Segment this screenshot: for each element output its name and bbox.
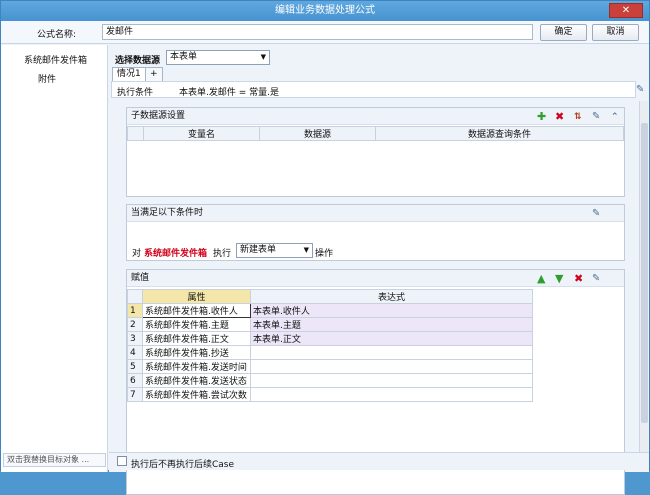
- datasource-select[interactable]: 本表单 ▼: [166, 50, 270, 65]
- condition-row: 执行条件 本表单.发邮件 = 常量.是: [111, 81, 636, 98]
- when-header: 当满足以下条件时: [127, 205, 624, 222]
- expr-cell[interactable]: [250, 345, 533, 360]
- assign-table: 属性 表达式 1 系统邮件发件箱.收件人 本表单.收件人 2 系统邮件发件箱.主…: [127, 289, 533, 402]
- table-row[interactable]: 6 系统邮件发件箱.发送状态: [127, 373, 533, 388]
- table-row[interactable]: 5 系统邮件发件箱.发送时间: [127, 359, 533, 374]
- table-row[interactable]: 2 系统邮件发件箱.主题 本表单.主题: [127, 317, 533, 332]
- move-up-icon[interactable]: ▲: [537, 273, 545, 285]
- action-select[interactable]: 新建表单 ▼: [236, 243, 313, 258]
- formula-name-label: 公式名称:: [37, 30, 77, 40]
- object-sidebar: 系统邮件发件箱 附件 双击我替换目标对象 ...: [1, 45, 108, 472]
- when-target[interactable]: 系统邮件发件箱: [144, 246, 207, 259]
- when-panel: 当满足以下条件时 ✎ 对 系统邮件发件箱 执行 新建表单 ▼ 操作: [126, 204, 625, 261]
- row-number: 6: [127, 373, 143, 388]
- replace-target-hint[interactable]: 双击我替换目标对象 ...: [3, 453, 106, 467]
- expr-cell[interactable]: 本表单.收件人: [250, 303, 533, 318]
- ok-button[interactable]: 确定: [540, 24, 587, 41]
- row-number: 5: [127, 359, 143, 374]
- row-number: 4: [127, 345, 143, 360]
- when-title: 当满足以下条件时: [131, 208, 204, 218]
- action-value: 新建表单: [240, 245, 277, 255]
- table-row[interactable]: 3 系统邮件发件箱.正文 本表单.正文: [127, 331, 533, 346]
- expr-cell[interactable]: [250, 387, 533, 402]
- corner-cell: [127, 126, 144, 141]
- corner-cell: [127, 289, 143, 304]
- assign-header: 赋值: [127, 270, 624, 287]
- when-post-text: 操作: [315, 249, 334, 259]
- close-button[interactable]: ✕: [609, 3, 643, 18]
- expr-cell[interactable]: [250, 373, 533, 388]
- attr-cell[interactable]: 系统邮件发件箱.抄送: [142, 345, 251, 360]
- stop-after-checkbox[interactable]: [117, 456, 127, 466]
- chevron-down-icon: ▼: [303, 246, 309, 254]
- column-header-source: 数据源: [259, 126, 376, 141]
- attr-cell[interactable]: 系统邮件发件箱.发送时间: [142, 359, 251, 374]
- table-row[interactable]: 7 系统邮件发件箱.尝试次数: [127, 387, 533, 402]
- vertical-scrollbar[interactable]: [639, 101, 648, 453]
- tab-case-1[interactable]: 情况1: [112, 67, 146, 81]
- edit-icon[interactable]: ✎: [592, 111, 600, 123]
- title-bar: 编辑业务数据处理公式 ✕: [1, 1, 649, 21]
- column-header-expr: 表达式: [250, 289, 533, 304]
- assign-title: 赋值: [131, 273, 150, 283]
- when-mid-text: 执行: [213, 249, 232, 259]
- row-number: 1: [127, 303, 143, 318]
- edit-when-icon[interactable]: ✎: [592, 208, 600, 220]
- footer-bar: 执行后不再执行后续Case: [109, 452, 649, 470]
- edit-condition-icon[interactable]: ✎: [636, 84, 644, 96]
- attr-cell[interactable]: 系统邮件发件箱.收件人: [142, 303, 251, 318]
- formula-name-row: 公式名称: 发邮件 确定 取消: [1, 21, 649, 44]
- column-header-query: 数据源查询条件: [375, 126, 624, 141]
- cancel-button[interactable]: 取消: [592, 24, 639, 41]
- expr-cell[interactable]: 本表单.主题: [250, 317, 533, 332]
- sidebar-item-attachment[interactable]: 附件: [38, 72, 56, 85]
- delete-icon[interactable]: ✖: [555, 111, 564, 123]
- main-panel: 选择数据源 本表单 ▼ 情况1 + 执行条件 本表单.发邮件 = 常量.是 ✎ …: [109, 45, 649, 495]
- attr-cell[interactable]: 系统邮件发件箱.主题: [142, 317, 251, 332]
- column-header-attr: 属性: [142, 289, 251, 304]
- attr-cell[interactable]: 系统邮件发件箱.发送状态: [142, 373, 251, 388]
- subsource-header: 子数据源设置: [127, 108, 624, 125]
- table-row[interactable]: 1 系统邮件发件箱.收件人 本表单.收件人: [127, 303, 533, 318]
- collapse-icon[interactable]: ⌃: [611, 111, 619, 123]
- add-tab-button[interactable]: +: [145, 67, 163, 81]
- formula-name-input[interactable]: 发邮件: [102, 24, 533, 40]
- subsource-title: 子数据源设置: [131, 111, 186, 121]
- window-title: 编辑业务数据处理公式: [275, 5, 375, 16]
- scrollbar-thumb[interactable]: [641, 123, 648, 423]
- dialog-window: 编辑业务数据处理公式 ✕ 公式名称: 发邮件 确定 取消 系统邮件发件箱 附件 …: [0, 0, 650, 495]
- import-icon[interactable]: ⇅: [574, 111, 582, 123]
- column-header-var: 变量名: [143, 126, 260, 141]
- expr-cell[interactable]: [250, 359, 533, 374]
- row-number: 7: [127, 387, 143, 402]
- subsource-table: 变量名 数据源 数据源查询条件: [127, 126, 624, 141]
- when-pre-text: 对: [132, 249, 142, 259]
- delete-row-icon[interactable]: ✖: [574, 273, 583, 285]
- subsource-panel: 子数据源设置 ✚ ✖ ⇅ ✎ ⌃ 变量名 数据源 数据源查询条件: [126, 107, 625, 197]
- condition-label: 执行条件: [117, 88, 154, 98]
- sidebar-item-mail-outbox[interactable]: 系统邮件发件箱: [24, 53, 87, 66]
- datasource-label: 选择数据源: [115, 56, 161, 66]
- row-number: 2: [127, 317, 143, 332]
- condition-value[interactable]: 本表单.发邮件 = 常量.是: [179, 85, 279, 98]
- chevron-down-icon: ▼: [260, 53, 266, 61]
- table-row[interactable]: 4 系统邮件发件箱.抄送: [127, 345, 533, 360]
- attr-cell[interactable]: 系统邮件发件箱.正文: [142, 331, 251, 346]
- row-number: 3: [127, 331, 143, 346]
- datasource-value: 本表单: [170, 52, 198, 62]
- stop-after-label: 执行后不再执行后续Case: [131, 460, 235, 470]
- expr-cell[interactable]: 本表单.正文: [250, 331, 533, 346]
- add-icon[interactable]: ✚: [537, 111, 546, 123]
- attr-cell[interactable]: 系统邮件发件箱.尝试次数: [142, 387, 251, 402]
- move-down-icon[interactable]: ▼: [555, 273, 563, 285]
- edit-assign-icon[interactable]: ✎: [592, 273, 600, 285]
